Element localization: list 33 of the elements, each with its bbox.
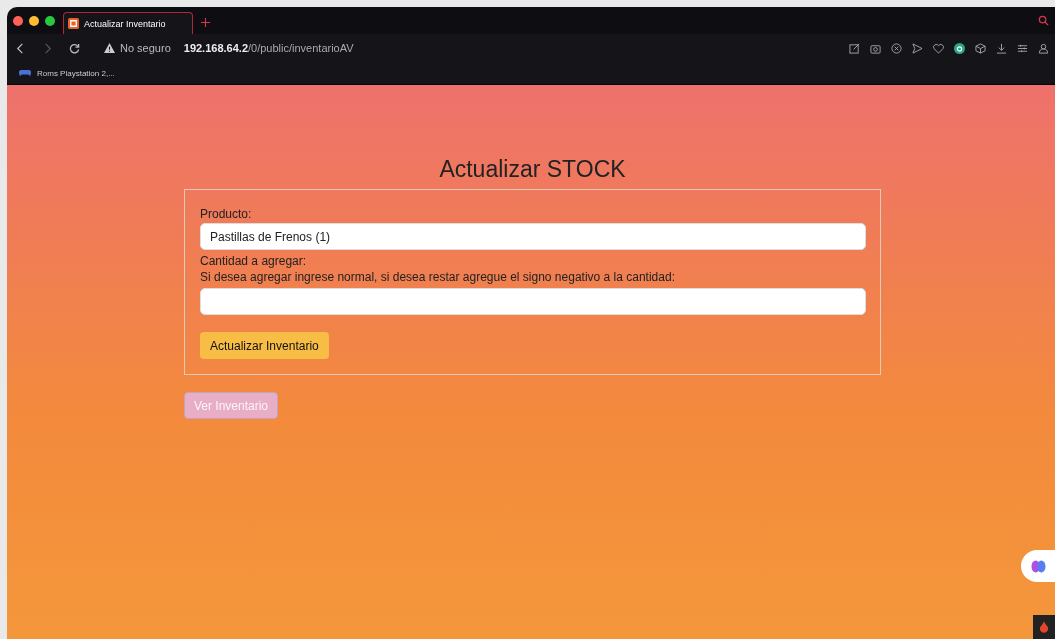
reload-icon[interactable] bbox=[69, 42, 80, 54]
heart-icon[interactable] bbox=[933, 42, 944, 54]
back-icon[interactable] bbox=[15, 42, 26, 54]
update-inventory-button[interactable]: Actualizar Inventario bbox=[200, 332, 329, 359]
download-icon[interactable] bbox=[996, 42, 1007, 54]
sliders-icon[interactable] bbox=[1017, 42, 1028, 54]
page-heading: Actualizar STOCK bbox=[438, 155, 627, 183]
security-label: No seguro bbox=[120, 42, 171, 54]
zoom-window-button[interactable] bbox=[45, 15, 55, 26]
profile-icon[interactable] bbox=[1038, 42, 1049, 54]
send-icon[interactable] bbox=[912, 42, 923, 54]
brain-icon bbox=[1030, 558, 1046, 574]
blocked-icon[interactable] bbox=[891, 42, 902, 54]
search-icon[interactable] bbox=[1038, 15, 1049, 26]
browser-tab[interactable]: Actualizar Inventario bbox=[63, 12, 193, 34]
framework-button[interactable] bbox=[1033, 615, 1055, 639]
gamepad-icon bbox=[19, 69, 31, 77]
bookmark[interactable]: Roms Playstation 2,... bbox=[19, 68, 115, 78]
quantity-hint: Si desea agregar ingrese normal, si desea restar agregue el signo negativo a la cantidad: bbox=[200, 269, 675, 285]
extension-icon[interactable] bbox=[954, 42, 965, 54]
address-bar[interactable]: 192.168.64.2/0/public/inventarioAV bbox=[183, 42, 354, 54]
close-window-button[interactable] bbox=[13, 15, 23, 26]
cube-icon[interactable] bbox=[975, 42, 986, 54]
edit-icon[interactable] bbox=[849, 42, 860, 54]
assistant-button[interactable] bbox=[1021, 550, 1055, 582]
product-field[interactable]: Pastillas de Frenos (1) bbox=[200, 223, 866, 250]
quantity-label: Cantidad a agregar: bbox=[200, 253, 307, 269]
warning-icon bbox=[104, 43, 115, 53]
new-tab-icon[interactable] bbox=[201, 18, 210, 27]
minimize-window-button[interactable] bbox=[29, 15, 39, 26]
quantity-field[interactable] bbox=[200, 288, 866, 315]
product-label: Producto: bbox=[200, 206, 252, 222]
app-icon bbox=[68, 18, 79, 29]
